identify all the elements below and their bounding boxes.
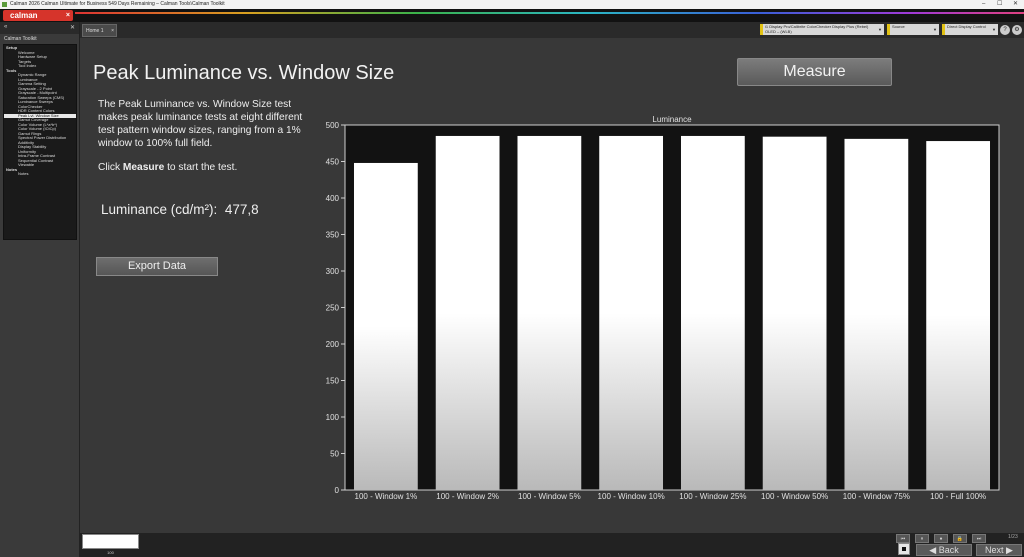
calman-logo[interactable]: calman ×: [3, 10, 73, 21]
bottom-bar: 100 ⏮ ⏸ ● 🔒 ⏭ ◀ Back Next ▶ 1/23: [80, 533, 1024, 557]
y-tick-label: 50: [330, 450, 339, 459]
luminance-readout: Luminance (cd/m²): 477,8: [101, 202, 259, 217]
x-tick-label: 100 - Window 1%: [355, 492, 418, 501]
back-button[interactable]: ◀ Back: [916, 544, 972, 556]
x-tick-label: 100 - Window 25%: [679, 492, 746, 501]
page-title: Peak Luminance vs. Window Size: [93, 62, 395, 84]
maximize-button[interactable]: ☐: [997, 0, 1002, 9]
meter-device-dropdown[interactable]: i1 Display Pro/Calibrite ColorChecker Di…: [760, 24, 884, 35]
sidebar-header: « ✕: [0, 22, 79, 34]
sidebar-title: Calman Toolkit: [4, 36, 37, 42]
next-button[interactable]: Next ▶: [976, 544, 1022, 556]
bar[interactable]: [517, 135, 582, 490]
pattern-swatch: [82, 534, 139, 549]
x-tick-label: 100 - Window 5%: [518, 492, 581, 501]
y-tick-label: 100: [326, 413, 340, 422]
chart-title: Luminance: [652, 115, 692, 124]
y-tick-label: 250: [326, 304, 340, 313]
source-device-dropdown[interactable]: Source ▼: [887, 24, 939, 35]
sidebar-close-icon[interactable]: ✕: [70, 24, 75, 31]
luminance-bar-chart: Luminance 0 50 100 150 200 250 300 350 400 450 500 1…: [326, 115, 1000, 501]
x-tick-label: 100 - Full 100%: [930, 492, 986, 501]
pause-icon[interactable]: ⏸: [915, 534, 929, 543]
bar[interactable]: [926, 141, 991, 490]
y-tick-label: 200: [326, 340, 340, 349]
y-tick-label: 400: [326, 194, 340, 203]
chevron-down-icon: ▼: [992, 27, 996, 32]
click-prefix: Click: [98, 162, 123, 173]
bar[interactable]: [599, 135, 664, 490]
display-device-name: Direct Display Control: [947, 24, 986, 29]
app-window: Calman 2026 Calman Ultimate for Business…: [0, 0, 1024, 557]
tab-strip: Home 1 × i1 Display Pro/Calibrite ColorC…: [80, 22, 1024, 38]
click-suffix: to start the test.: [164, 162, 238, 173]
x-tick-label: 100 - Window 10%: [598, 492, 665, 501]
rainbow-stripe: [75, 12, 1024, 14]
y-tick-label: 450: [326, 158, 340, 167]
chevron-down-icon: ▼: [933, 27, 937, 32]
record-icon[interactable]: ●: [934, 534, 948, 543]
sidebar: « ✕ Calman Toolkit Setup Welcome Hardware …: [0, 22, 80, 557]
x-tick-label: 100 - Window 2%: [436, 492, 499, 501]
measure-button[interactable]: Measure: [737, 58, 892, 86]
bar[interactable]: [680, 135, 745, 490]
close-button[interactable]: ✕: [1013, 0, 1018, 9]
chevron-down-icon: ▼: [878, 27, 882, 32]
window-title: Calman 2026 Calman Ultimate for Business…: [10, 1, 225, 7]
y-tick-label: 150: [326, 377, 340, 386]
luminance-value: 477,8: [224, 202, 259, 217]
test-description: The Peak Luminance vs. Window Size test …: [98, 99, 303, 149]
next-label: Next: [985, 545, 1004, 555]
y-tick-label: 0: [335, 486, 340, 495]
x-tick-label: 100 - Window 75%: [843, 492, 910, 501]
bar[interactable]: [353, 162, 418, 490]
luminance-label: Luminance (cd/m²):: [101, 202, 218, 217]
y-tick-label: 500: [326, 121, 340, 130]
step-counter: 1/23: [1008, 534, 1018, 540]
tab-home[interactable]: Home 1 ×: [82, 24, 117, 37]
toolkit-tree[interactable]: Setup Welcome Hardware Setup Targets Tool In…: [3, 44, 77, 240]
logo-close-icon[interactable]: ×: [66, 10, 70, 21]
workflow-page: Peak Luminance vs. Window Size Measure T…: [80, 38, 1024, 533]
click-bold: Measure: [122, 162, 165, 173]
tree-item[interactable]: Notes: [4, 172, 76, 177]
app-icon: [2, 2, 7, 7]
meter-device-mode: OLED – (WLB): [765, 29, 792, 34]
x-tick-label: 100 - Window 50%: [761, 492, 828, 501]
lock-icon[interactable]: 🔒: [953, 534, 967, 543]
export-data-button[interactable]: Export Data: [96, 257, 218, 276]
swatch-label: 100: [107, 550, 114, 555]
collapse-icon[interactable]: «: [4, 24, 7, 30]
title-bar: Calman 2026 Calman Ultimate for Business…: [0, 0, 1024, 9]
display-device-dropdown[interactable]: Direct Display Control ▼: [942, 24, 998, 35]
skip-back-icon[interactable]: ⏮: [896, 534, 910, 543]
back-arrow-icon: ◀: [929, 545, 939, 555]
source-device-name: Source: [892, 24, 905, 29]
logo-text: calman: [10, 11, 38, 20]
settings-gear-icon[interactable]: ⚙: [1012, 25, 1022, 35]
tab-close-icon[interactable]: ×: [111, 25, 114, 37]
stop-button[interactable]: [898, 543, 910, 555]
brand-bar: calman ×: [0, 9, 1024, 22]
tab-home-label: Home 1: [86, 28, 104, 34]
y-tick-label: 300: [326, 267, 340, 276]
click-instruction: Click Measure to start the test.: [98, 162, 237, 173]
back-label: Back: [938, 545, 959, 555]
help-button[interactable]: ?: [1000, 25, 1010, 35]
bar[interactable]: [844, 138, 909, 490]
bar[interactable]: [435, 135, 500, 490]
skip-forward-icon[interactable]: ⏭: [972, 534, 986, 543]
bar[interactable]: [762, 136, 827, 490]
next-arrow-icon: ▶: [1003, 545, 1013, 555]
minimize-button[interactable]: –: [982, 0, 985, 9]
y-tick-label: 350: [326, 231, 340, 240]
